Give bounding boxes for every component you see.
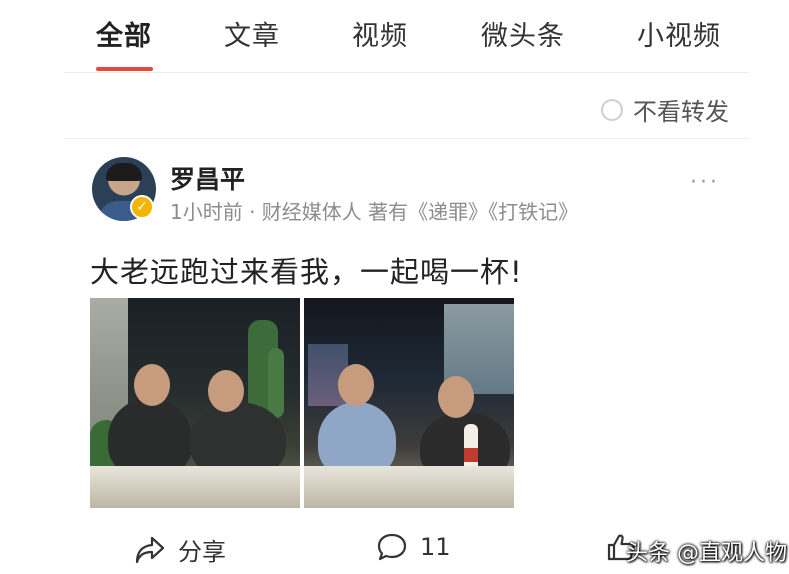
share-icon bbox=[135, 536, 165, 563]
watermark: 头条 @直观人物 bbox=[626, 541, 787, 566]
tab-bar: 全部 文章 视频 微头条 小视频 bbox=[0, 0, 789, 72]
comment-button[interactable]: 11 bbox=[376, 532, 451, 562]
tab-all[interactable]: 全部 bbox=[96, 14, 152, 53]
comment-count: 11 bbox=[420, 533, 451, 561]
post-text: 大老远跑过来看我，一起喝一杯! bbox=[90, 255, 523, 289]
tab-short-videos[interactable]: 小视频 bbox=[637, 14, 721, 53]
verified-badge-icon: ✓ bbox=[130, 195, 154, 219]
author-name[interactable]: 罗昌平 bbox=[170, 160, 245, 196]
hide-reposts-toggle[interactable]: 不看转发 bbox=[601, 92, 729, 127]
divider bbox=[64, 72, 749, 73]
active-tab-indicator bbox=[96, 67, 153, 71]
post-photo-1[interactable] bbox=[90, 298, 300, 508]
post-photo-2[interactable] bbox=[304, 298, 514, 508]
share-label: 分享 bbox=[178, 538, 226, 566]
divider bbox=[64, 138, 749, 139]
post-meta: 1小时前 · 财经媒体人 著有《递罪》《打铁记》 bbox=[170, 200, 579, 224]
radio-icon bbox=[601, 98, 623, 121]
more-options-icon[interactable]: ··· bbox=[690, 170, 720, 195]
tab-articles[interactable]: 文章 bbox=[224, 14, 280, 53]
tab-micro-posts[interactable]: 微头条 bbox=[481, 14, 565, 53]
comment-icon bbox=[377, 533, 407, 561]
share-button[interactable]: 分享 bbox=[134, 532, 226, 567]
tab-videos[interactable]: 视频 bbox=[352, 14, 408, 53]
hide-reposts-label: 不看转发 bbox=[633, 98, 729, 126]
